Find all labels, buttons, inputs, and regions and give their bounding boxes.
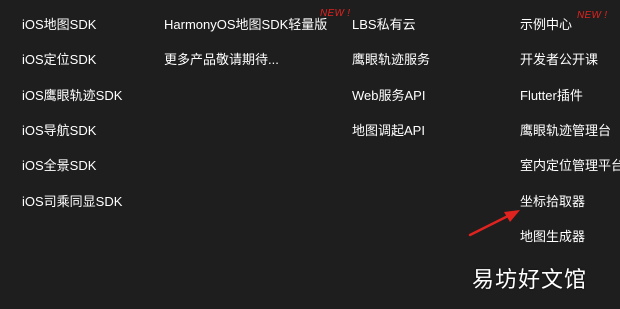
red-arrow-icon <box>468 210 520 237</box>
watermark-text: 易坊好文馆 <box>472 268 588 293</box>
link-map-invoke-api[interactable]: 地图调起API <box>352 123 425 139</box>
link-ios-location-sdk[interactable]: iOS定位SDK <box>22 52 96 68</box>
link-ios-map-sdk[interactable]: iOS地图SDK <box>22 17 96 33</box>
link-map-generator[interactable]: 地图生成器 <box>520 229 585 245</box>
link-ios-panorama-sdk[interactable]: iOS全景SDK <box>22 158 96 174</box>
footer-links-panel: iOS地图SDK iOS定位SDK iOS鹰眼轨迹SDK iOS导航SDK iO… <box>0 0 620 309</box>
link-flutter-plugin[interactable]: Flutter插件 <box>520 88 583 104</box>
link-eagle-eye-service[interactable]: 鹰眼轨迹服务 <box>352 52 430 68</box>
link-ios-ride-share-sdk[interactable]: iOS司乘同显SDK <box>22 194 122 210</box>
link-lbs-private-cloud[interactable]: LBS私有云 <box>352 17 416 33</box>
link-more-products[interactable]: 更多产品敬请期待... <box>164 52 279 68</box>
link-developer-courses[interactable]: 开发者公开课 <box>520 52 598 68</box>
link-ios-navigation-sdk[interactable]: iOS导航SDK <box>22 123 96 139</box>
link-example-center[interactable]: 示例中心 <box>520 17 572 33</box>
link-ios-eagle-eye-sdk[interactable]: iOS鹰眼轨迹SDK <box>22 88 122 104</box>
new-badge-examples: NEW ! <box>577 10 608 21</box>
link-web-service-api[interactable]: Web服务API <box>352 88 425 104</box>
new-badge-harmonyos: NEW ! <box>320 8 351 19</box>
link-coordinate-picker[interactable]: 坐标拾取器 <box>520 194 585 210</box>
link-indoor-location-platform[interactable]: 室内定位管理平台 <box>520 158 620 174</box>
link-harmonyos-map-sdk-lite[interactable]: HarmonyOS地图SDK轻量版 <box>164 17 327 33</box>
link-eagle-eye-console[interactable]: 鹰眼轨迹管理台 <box>520 123 611 139</box>
